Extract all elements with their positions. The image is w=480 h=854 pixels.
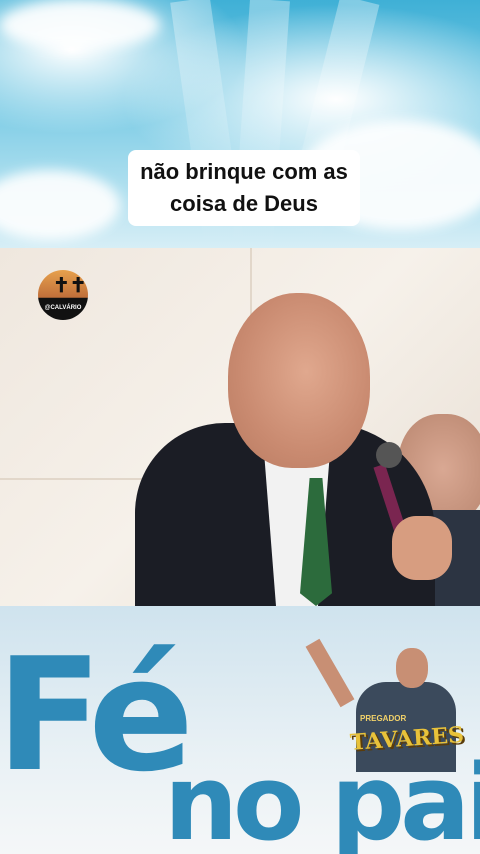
caption-text: não brinque com as coisa de Deus: [128, 150, 360, 226]
caption-line-1: não brinque com as: [140, 159, 348, 184]
preacher-raised-arm: [305, 638, 355, 708]
banner-big-text: Fé: [0, 624, 194, 806]
caption-box: não brinque com as coisa de Deus: [110, 150, 378, 226]
cloud: [0, 0, 160, 50]
caption-line-2: coisa de Deus: [170, 191, 318, 216]
crosses-icon: ✝✝: [53, 275, 87, 297]
cloud: [0, 170, 120, 240]
microphone-icon: [376, 442, 402, 468]
speaker-head: [228, 293, 370, 468]
channel-logo-text: @CALVÁRIO: [44, 305, 82, 311]
brand-small-text: PREGADOR: [360, 714, 407, 723]
video-frame[interactable]: ✝✝ @CALVÁRIO: [0, 248, 480, 606]
bottom-banner: Fé no pai PREGADOR TAVARES: [0, 606, 480, 854]
channel-logo: ✝✝ @CALVÁRIO: [38, 270, 88, 320]
preacher-head: [396, 648, 428, 688]
speaker-hand: [392, 516, 452, 580]
